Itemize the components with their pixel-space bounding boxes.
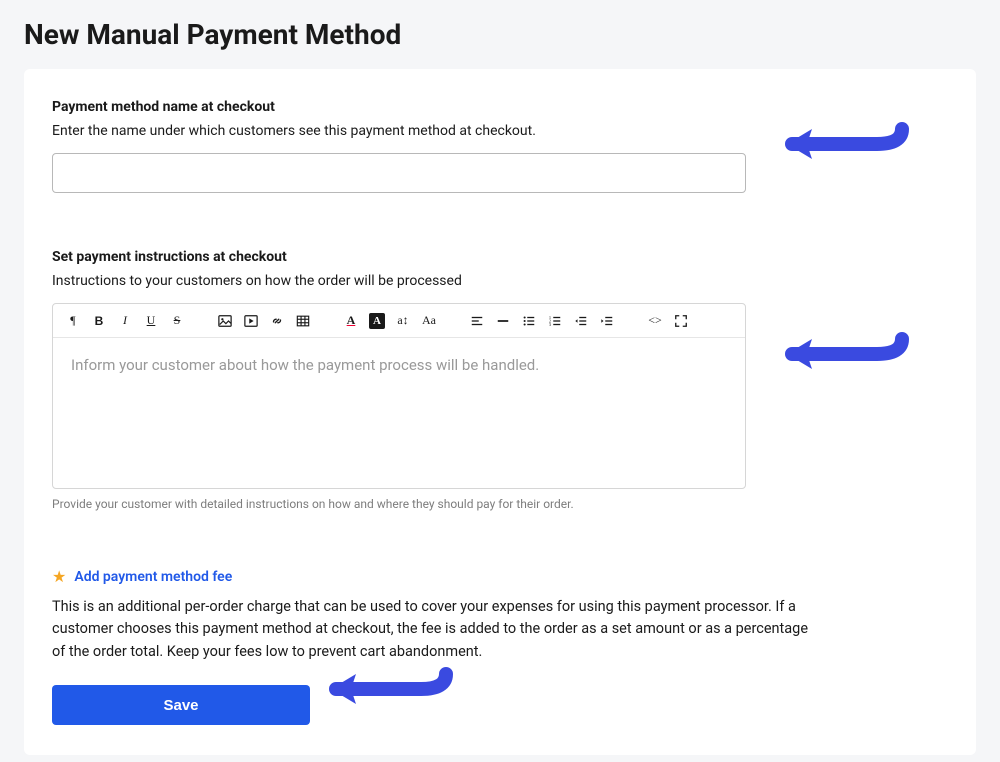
instructions-help: Instructions to your customers on how th… [52,273,948,289]
ordered-list-icon[interactable]: 123 [543,309,567,333]
image-icon[interactable] [213,309,237,333]
underline-icon[interactable]: U [139,309,163,333]
line-height-icon[interactable]: a↕ [391,309,415,333]
star-icon: ★ [52,567,66,586]
save-button[interactable]: Save [52,685,310,725]
bullet-list-icon[interactable] [517,309,541,333]
instructions-textarea[interactable]: Inform your customer about how the payme… [53,338,745,488]
align-icon[interactable] [465,309,489,333]
italic-icon[interactable]: I [113,309,137,333]
text-size-icon[interactable]: Aa [417,309,441,333]
fullscreen-icon[interactable] [669,309,693,333]
fee-description: This is an additional per-order charge t… [52,596,812,663]
hr-icon[interactable] [491,309,515,333]
payment-name-label: Payment method name at checkout [52,99,948,115]
indent-icon[interactable] [595,309,619,333]
instructions-label: Set payment instructions at checkout [52,249,948,265]
svg-text:3: 3 [549,321,552,326]
paragraph-icon[interactable]: ¶ [61,309,85,333]
payment-name-help: Enter the name under which customers see… [52,123,948,139]
strikethrough-icon[interactable]: S [165,309,189,333]
bold-icon[interactable]: B [87,309,111,333]
code-view-icon[interactable]: <> [643,309,667,333]
instructions-footnote: Provide your customer with detailed inst… [52,497,746,511]
editor-toolbar: ¶ B I U S A A [53,304,745,338]
page-title: New Manual Payment Method [0,0,1000,69]
rich-text-editor: ¶ B I U S A A [52,303,746,489]
add-fee-link[interactable]: Add payment method fee [74,569,232,585]
form-card: Payment method name at checkout Enter th… [24,69,976,755]
bg-color-icon[interactable]: A [365,309,389,333]
table-icon[interactable] [291,309,315,333]
link-icon[interactable] [265,309,289,333]
video-icon[interactable] [239,309,263,333]
text-color-icon[interactable]: A [339,309,363,333]
outdent-icon[interactable] [569,309,593,333]
payment-name-input[interactable] [52,153,746,193]
